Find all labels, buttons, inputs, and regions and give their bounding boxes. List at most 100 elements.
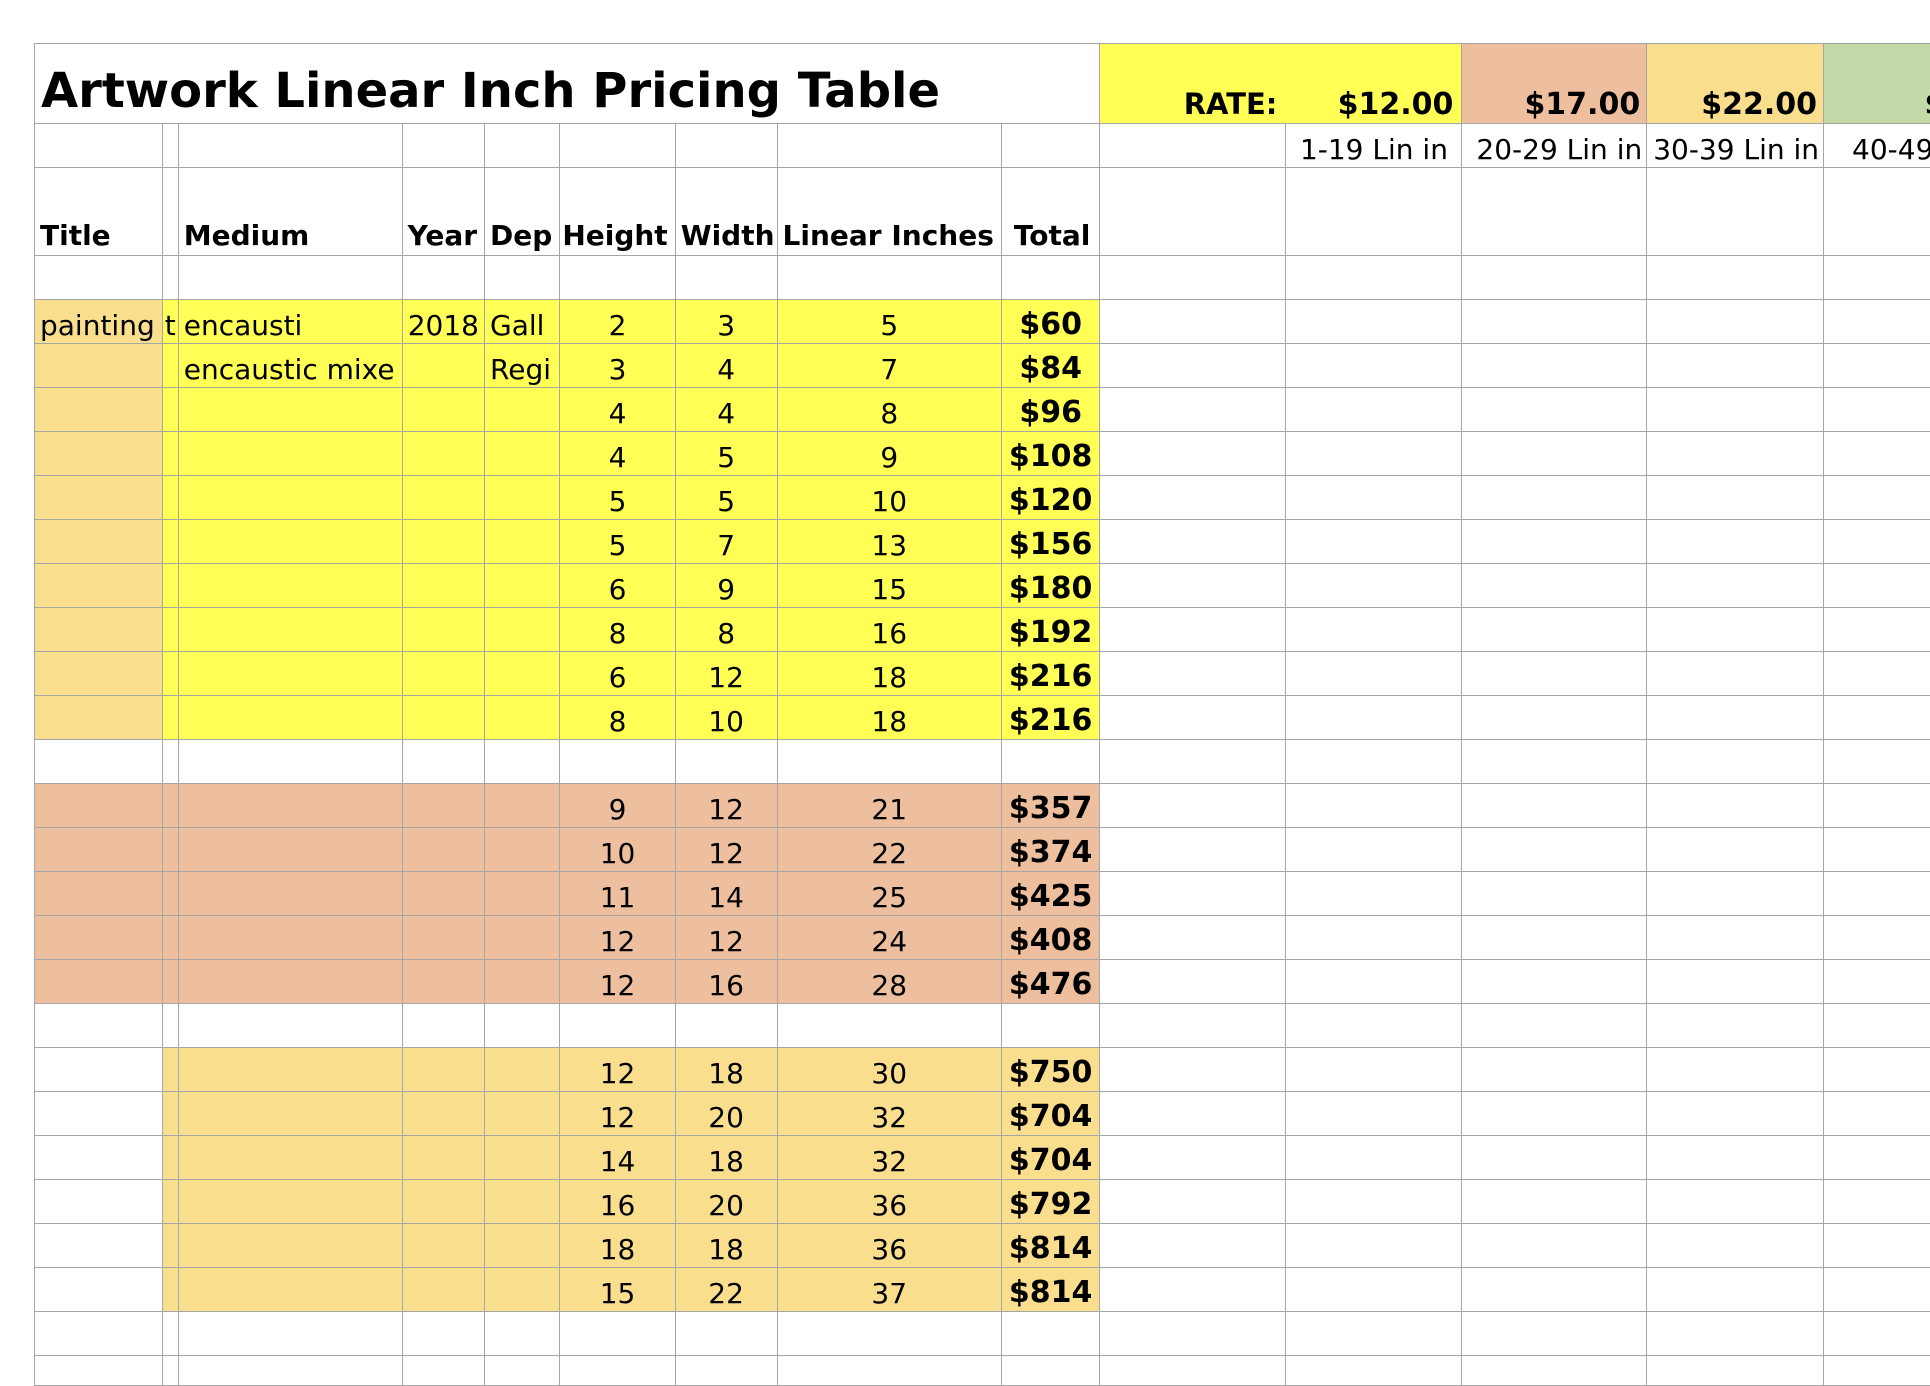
header-width[interactable]: Width: [675, 168, 777, 256]
cell-year[interactable]: [402, 608, 484, 652]
cell[interactable]: [777, 740, 1001, 784]
cell-year[interactable]: [402, 960, 484, 1004]
header-medium[interactable]: Medium: [178, 168, 402, 256]
cell-width[interactable]: 22: [675, 1268, 777, 1312]
cell[interactable]: [1100, 1312, 1286, 1356]
cell-year[interactable]: [402, 1180, 484, 1224]
cell-total[interactable]: $374: [1001, 828, 1100, 872]
cell-medium[interactable]: [178, 1224, 402, 1268]
cell[interactable]: [1462, 608, 1647, 652]
cell[interactable]: [1647, 1224, 1824, 1268]
cell[interactable]: [162, 1356, 178, 1386]
cell[interactable]: [485, 740, 560, 784]
cell[interactable]: [1100, 696, 1286, 740]
cell[interactable]: [1286, 344, 1462, 388]
cell-width[interactable]: 4: [675, 388, 777, 432]
cell[interactable]: [1286, 1312, 1462, 1356]
cell[interactable]: [1286, 520, 1462, 564]
cell-total[interactable]: $108: [1001, 432, 1100, 476]
cell[interactable]: [1100, 168, 1286, 256]
cell-title[interactable]: [35, 652, 163, 696]
cell-medium[interactable]: [178, 916, 402, 960]
cell-title[interactable]: [35, 1092, 163, 1136]
cell-dep[interactable]: [485, 1224, 560, 1268]
cell-linear-inches[interactable]: 16: [777, 608, 1001, 652]
cell[interactable]: [1462, 872, 1647, 916]
cell[interactable]: [1647, 872, 1824, 916]
cell-title[interactable]: [35, 696, 163, 740]
cell[interactable]: [1647, 1312, 1824, 1356]
cell[interactable]: [1647, 168, 1824, 256]
cell-title[interactable]: [35, 608, 163, 652]
cell[interactable]: [1647, 344, 1824, 388]
cell-total[interactable]: $60: [1001, 300, 1100, 344]
cell-title[interactable]: [35, 1048, 163, 1092]
cell-linear-inches[interactable]: 15: [777, 564, 1001, 608]
cell-b[interactable]: [162, 1092, 178, 1136]
cell-total[interactable]: $216: [1001, 652, 1100, 696]
cell-dep[interactable]: [485, 476, 560, 520]
cell-title[interactable]: [35, 476, 163, 520]
cell-title[interactable]: [35, 564, 163, 608]
cell-dep[interactable]: [485, 564, 560, 608]
cell-linear-inches[interactable]: 32: [777, 1136, 1001, 1180]
cell[interactable]: [1100, 1136, 1286, 1180]
cell[interactable]: [1824, 740, 1930, 784]
cell-b[interactable]: [162, 960, 178, 1004]
cell-b[interactable]: [162, 1180, 178, 1224]
cell-height[interactable]: 14: [560, 1136, 675, 1180]
cell-width[interactable]: 18: [675, 1224, 777, 1268]
cell[interactable]: [1824, 168, 1930, 256]
cell[interactable]: [675, 740, 777, 784]
cell[interactable]: [1824, 1356, 1930, 1386]
cell[interactable]: [1824, 564, 1930, 608]
cell[interactable]: [1647, 520, 1824, 564]
cell[interactable]: [560, 1004, 675, 1048]
cell-medium[interactable]: [178, 652, 402, 696]
cell-dep[interactable]: [485, 432, 560, 476]
cell[interactable]: [1286, 872, 1462, 916]
header-title[interactable]: Title: [35, 168, 163, 256]
range-tier1[interactable]: 1-19 Lin in: [1286, 124, 1462, 168]
cell[interactable]: [178, 1312, 402, 1356]
cell[interactable]: [777, 256, 1001, 300]
cell-height[interactable]: 8: [560, 696, 675, 740]
cell-title[interactable]: [35, 1224, 163, 1268]
cell[interactable]: [485, 1004, 560, 1048]
cell-linear-inches[interactable]: 36: [777, 1224, 1001, 1268]
cell[interactable]: [1286, 1092, 1462, 1136]
cell-height[interactable]: 12: [560, 1048, 675, 1092]
cell-dep[interactable]: Regi: [485, 344, 560, 388]
cell-total[interactable]: $408: [1001, 916, 1100, 960]
cell-linear-inches[interactable]: 18: [777, 652, 1001, 696]
cell[interactable]: [1462, 916, 1647, 960]
cell-medium[interactable]: [178, 476, 402, 520]
cell-year[interactable]: [402, 520, 484, 564]
cell-width[interactable]: 9: [675, 564, 777, 608]
cell-total[interactable]: $704: [1001, 1092, 1100, 1136]
cell-b[interactable]: [162, 652, 178, 696]
cell[interactable]: [162, 124, 178, 168]
cell[interactable]: [1100, 1004, 1286, 1048]
cell[interactable]: [675, 256, 777, 300]
cell-b[interactable]: [162, 344, 178, 388]
cell[interactable]: [1824, 1224, 1930, 1268]
cell-medium[interactable]: [178, 1136, 402, 1180]
cell-dep[interactable]: [485, 1048, 560, 1092]
cell-b[interactable]: t: [162, 300, 178, 344]
cell-dep[interactable]: Gall: [485, 300, 560, 344]
cell-width[interactable]: 7: [675, 520, 777, 564]
cell[interactable]: [1100, 388, 1286, 432]
cell[interactable]: [1462, 696, 1647, 740]
cell[interactable]: [1286, 388, 1462, 432]
cell[interactable]: [1462, 1268, 1647, 1312]
cell[interactable]: [1100, 1268, 1286, 1312]
cell[interactable]: [1824, 432, 1930, 476]
cell-height[interactable]: 16: [560, 1180, 675, 1224]
cell[interactable]: [1462, 476, 1647, 520]
cell-linear-inches[interactable]: 32: [777, 1092, 1001, 1136]
cell-total[interactable]: $476: [1001, 960, 1100, 1004]
cell[interactable]: [1100, 960, 1286, 1004]
cell-height[interactable]: 2: [560, 300, 675, 344]
cell[interactable]: [1100, 1180, 1286, 1224]
